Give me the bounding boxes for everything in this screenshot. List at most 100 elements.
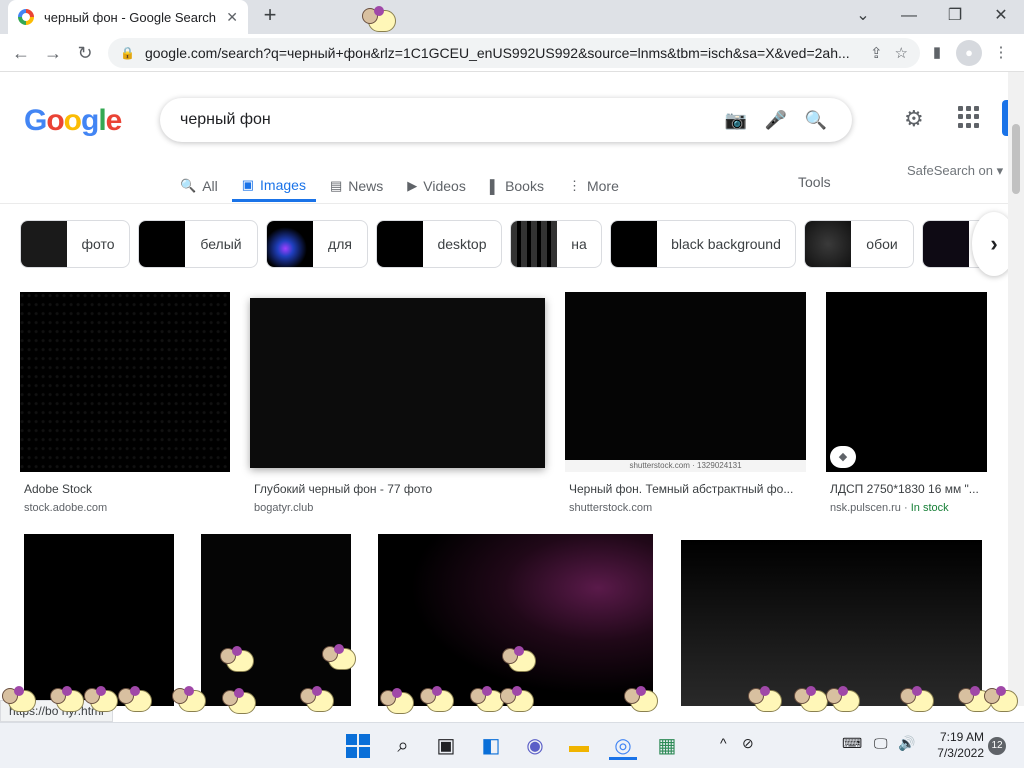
- display-icon[interactable]: 🖵: [874, 735, 888, 752]
- tab-more[interactable]: ⋮ More: [568, 170, 619, 202]
- show-hidden-icons-chevron-icon[interactable]: ^: [720, 735, 727, 751]
- image-result[interactable]: [378, 534, 653, 706]
- camera-icon[interactable]: 📷: [716, 110, 756, 131]
- profile-avatar-icon[interactable]: ●: [956, 40, 982, 66]
- chip-na[interactable]: на: [510, 220, 602, 268]
- chip-oboi[interactable]: обои: [804, 220, 914, 268]
- keyboard-icon[interactable]: ⌨: [842, 735, 862, 752]
- microphone-icon[interactable]: 🎤: [756, 110, 796, 131]
- teams-chat-icon[interactable]: ◉: [521, 732, 549, 760]
- chrome-taskbar-icon[interactable]: ◎: [609, 732, 637, 760]
- search-input[interactable]: черный фон: [180, 111, 716, 129]
- sheep-pet-icon[interactable]: [502, 644, 538, 674]
- result-image[interactable]: [201, 534, 351, 706]
- image-result[interactable]: ◆ ЛДСП 2750*1830 16 мм "... nsk.pulscen.…: [826, 292, 987, 514]
- taskbar-search-icon[interactable]: ⌕: [389, 732, 417, 760]
- tab-videos[interactable]: ▶ Videos: [407, 170, 466, 202]
- chip-black-background[interactable]: black background: [610, 220, 796, 268]
- sheep-pet-icon[interactable]: [362, 4, 398, 34]
- bookmark-star-icon[interactable]: ☆: [895, 44, 908, 62]
- side-panel-icon[interactable]: ▮: [924, 40, 950, 66]
- close-window-button[interactable]: ✕: [986, 4, 1016, 28]
- tab-images[interactable]: ▣ Images: [231, 170, 316, 202]
- taskbar-clock[interactable]: 7:19 AM 7/3/2022: [928, 729, 984, 761]
- tab-news[interactable]: ▤ News: [330, 170, 383, 202]
- result-title[interactable]: Черный фон. Темный абстрактный фо...: [565, 482, 806, 496]
- sheep-pet-icon[interactable]: [500, 684, 536, 714]
- result-source-line[interactable]: nsk.pulscen.ru · In stock: [826, 502, 987, 514]
- notification-count-badge[interactable]: 12: [988, 737, 1006, 755]
- reload-button[interactable]: ↻: [72, 40, 98, 66]
- new-tab-button[interactable]: +: [258, 4, 282, 28]
- tools-button[interactable]: Tools: [798, 174, 831, 190]
- google-apps-icon[interactable]: [958, 106, 980, 128]
- chip-desktop[interactable]: desktop: [376, 220, 502, 268]
- sheep-pet-icon[interactable]: [794, 684, 830, 714]
- result-title[interactable]: Глубокий черный фон - 77 фото: [250, 482, 545, 496]
- result-source[interactable]: bogatyr.club: [250, 502, 545, 514]
- start-button[interactable]: [344, 732, 372, 760]
- image-result[interactable]: Adobe Stock stock.adobe.com: [20, 292, 230, 514]
- result-image[interactable]: [565, 292, 806, 460]
- sheep-pet-icon[interactable]: [826, 684, 862, 714]
- image-result[interactable]: [681, 540, 982, 706]
- google-logo[interactable]: Google: [24, 104, 122, 138]
- lock-icon[interactable]: 🔒: [120, 46, 135, 60]
- result-image[interactable]: [250, 298, 545, 468]
- result-title[interactable]: Adobe Stock: [20, 482, 230, 496]
- volume-icon[interactable]: 🔊: [898, 735, 915, 752]
- tab-close-icon[interactable]: ✕: [226, 9, 238, 26]
- search-box[interactable]: черный фон 📷 🎤 🔍: [160, 98, 852, 142]
- chip-dlya[interactable]: для: [266, 220, 368, 268]
- network-off-icon[interactable]: ⊘: [742, 735, 754, 752]
- forward-button[interactable]: →: [40, 40, 66, 66]
- tab-all[interactable]: 🔍 All: [180, 170, 218, 202]
- chrome-menu-icon[interactable]: ⋮: [988, 40, 1014, 66]
- app-taskbar-icon[interactable]: ▦: [653, 732, 681, 760]
- sheep-pet-icon[interactable]: [420, 684, 456, 714]
- address-bar[interactable]: 🔒 google.com/search?q=черный+фон&rlz=1C1…: [108, 38, 920, 68]
- sheep-pet-icon[interactable]: [222, 686, 258, 716]
- widgets-icon[interactable]: ◧: [477, 732, 505, 760]
- sheep-pet-icon[interactable]: [2, 684, 38, 714]
- sheep-pet-icon[interactable]: [220, 644, 256, 674]
- sheep-pet-icon[interactable]: [322, 642, 358, 672]
- share-icon[interactable]: ⇪: [870, 44, 883, 62]
- sheep-pet-icon[interactable]: [748, 684, 784, 714]
- back-button[interactable]: ←: [8, 40, 34, 66]
- sheep-pet-icon[interactable]: [300, 684, 336, 714]
- tab-books[interactable]: ▌ Books: [490, 170, 544, 202]
- image-result[interactable]: Глубокий черный фон - 77 фото bogatyr.cl…: [250, 298, 545, 514]
- scrollbar-thumb[interactable]: [1012, 124, 1020, 194]
- browser-tab[interactable]: черный фон - Google Search ✕: [8, 0, 248, 34]
- result-image[interactable]: ◆: [826, 292, 987, 472]
- chip-belyi[interactable]: белый: [138, 220, 258, 268]
- result-source[interactable]: shutterstock.com: [565, 502, 806, 514]
- sheep-pet-icon[interactable]: [84, 684, 120, 714]
- file-explorer-icon[interactable]: ▬: [565, 732, 593, 760]
- tab-search-button[interactable]: ⌄: [848, 4, 878, 28]
- sheep-pet-icon[interactable]: [118, 684, 154, 714]
- settings-gear-icon[interactable]: ⚙: [904, 106, 924, 132]
- result-source[interactable]: stock.adobe.com: [20, 502, 230, 514]
- sheep-pet-icon[interactable]: [624, 684, 660, 714]
- url-text[interactable]: google.com/search?q=черный+фон&rlz=1C1GC…: [145, 45, 858, 61]
- sheep-pet-icon[interactable]: [900, 684, 936, 714]
- restore-button[interactable]: ❐: [940, 4, 970, 28]
- page-scrollbar[interactable]: [1008, 72, 1024, 706]
- sheep-pet-icon[interactable]: [984, 684, 1020, 714]
- sheep-pet-icon[interactable]: [380, 686, 416, 716]
- result-image[interactable]: [378, 534, 653, 706]
- result-image[interactable]: [24, 534, 174, 706]
- result-image[interactable]: [681, 540, 982, 706]
- sheep-pet-icon[interactable]: [172, 684, 208, 714]
- result-title[interactable]: ЛДСП 2750*1830 16 мм "...: [826, 482, 987, 496]
- image-result[interactable]: [24, 534, 174, 706]
- minimize-button[interactable]: —: [894, 4, 924, 28]
- image-result[interactable]: [201, 534, 351, 706]
- result-image[interactable]: [20, 292, 230, 472]
- image-result[interactable]: shutterstock.com · 1329024131 Черный фон…: [565, 292, 806, 514]
- sheep-pet-icon[interactable]: [50, 684, 86, 714]
- search-icon[interactable]: 🔍: [796, 110, 836, 131]
- chip-foto[interactable]: фото: [20, 220, 130, 268]
